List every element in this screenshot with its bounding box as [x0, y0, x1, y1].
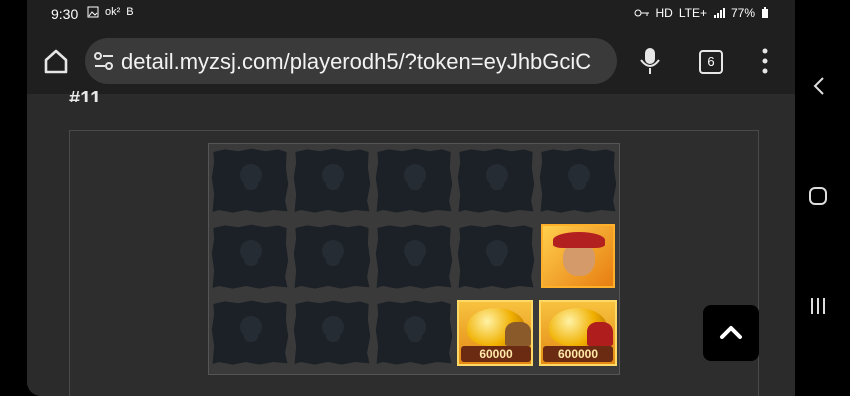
- skull-jaw: [490, 258, 504, 266]
- pirate-flag-tile: [375, 148, 453, 213]
- pirate-hat-icon: [553, 232, 605, 248]
- back-icon[interactable]: [812, 76, 826, 96]
- battery-percent: 77%: [730, 6, 755, 20]
- pirate-flag-tile: [457, 148, 535, 213]
- skull-jaw: [408, 182, 422, 190]
- recent-apps-icon[interactable]: [808, 296, 828, 316]
- pirate-flag-tile: [211, 148, 289, 213]
- b-icon: B: [126, 6, 134, 18]
- gold-treasure-tile: 600000: [539, 300, 617, 366]
- home-icon[interactable]: [41, 46, 71, 76]
- site-settings-icon[interactable]: [93, 51, 115, 71]
- skull-jaw: [326, 258, 340, 266]
- battery-icon: [762, 7, 768, 18]
- skull-jaw: [572, 182, 586, 190]
- skull-jaw: [244, 258, 258, 266]
- ok-icon: ok²: [105, 6, 121, 18]
- treasure-bag-icon: [505, 322, 531, 346]
- address-bar[interactable]: detail.myzsj.com/playerodh5/?token=eyJhb…: [85, 38, 617, 84]
- key-icon: [634, 9, 649, 17]
- status-icons-left: ok² B: [87, 6, 134, 18]
- pirate-flag-tile: [293, 148, 371, 213]
- pirate-flag-tile: [457, 224, 535, 289]
- scroll-to-top-button[interactable]: [703, 305, 759, 361]
- gold-treasure-tile: 60000: [457, 300, 533, 366]
- chevron-up-icon: [720, 326, 742, 339]
- microphone-icon[interactable]: [639, 46, 661, 76]
- home-nav-icon[interactable]: [808, 186, 828, 206]
- pirate-captain-tile: [541, 224, 615, 288]
- page-content: #11 60000 600000: [27, 88, 795, 396]
- browser-toolbar: detail.myzsj.com/playerodh5/?token=eyJhb…: [27, 28, 795, 94]
- pirate-flag-tile: [293, 224, 371, 289]
- tile-amount: 600000: [543, 346, 613, 362]
- url-text[interactable]: detail.myzsj.com/playerodh5/?token=eyJhb…: [121, 49, 611, 75]
- image-icon: [87, 6, 99, 18]
- skull-jaw: [244, 182, 258, 190]
- treasure-chest-icon: [587, 322, 613, 346]
- round-heading: #11: [69, 88, 102, 102]
- pirate-flag-tile: [211, 300, 289, 365]
- browser-screen: 9:30 ok² B HD LTE+ 77% detail.myzsj.com/…: [27, 0, 795, 396]
- pirate-flag-tile: [211, 224, 289, 289]
- pirate-flag-tile: [539, 148, 617, 213]
- game-card: 60000 600000: [69, 130, 759, 396]
- more-menu-icon[interactable]: [761, 48, 769, 74]
- tab-switcher-button[interactable]: 6: [699, 50, 723, 74]
- hd-icon: HD: [655, 6, 673, 20]
- skull-jaw: [244, 334, 258, 342]
- tile-amount: 60000: [461, 346, 531, 362]
- lte-icon: LTE+: [678, 6, 707, 20]
- status-time: 9:30: [51, 6, 79, 22]
- skull-jaw: [490, 182, 504, 190]
- skull-jaw: [408, 258, 422, 266]
- system-nav-bar: [796, 0, 850, 396]
- status-icons-right: HD LTE+ 77%: [634, 6, 770, 20]
- skull-jaw: [326, 182, 340, 190]
- signal-icon: [713, 8, 725, 18]
- slot-reel-grid: 60000 600000: [208, 143, 620, 375]
- status-bar: 9:30 ok² B HD LTE+ 77%: [27, 0, 795, 28]
- skull-jaw: [408, 334, 422, 342]
- pirate-flag-tile: [375, 224, 453, 289]
- skull-jaw: [326, 334, 340, 342]
- pirate-flag-tile: [293, 300, 371, 365]
- pirate-flag-tile: [375, 300, 453, 365]
